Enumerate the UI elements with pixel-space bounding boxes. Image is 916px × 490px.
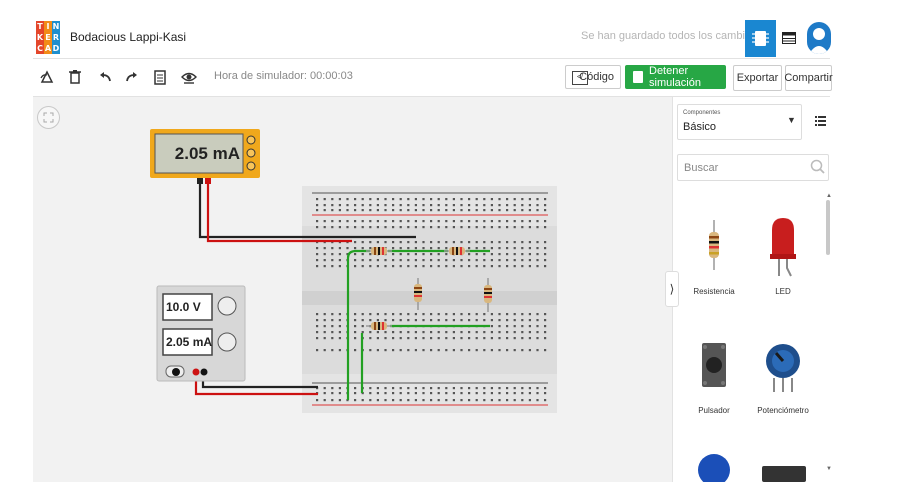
component-label: Pulsador [698, 406, 730, 415]
search-icon[interactable] [810, 159, 826, 175]
potentiometer-icon [766, 344, 800, 392]
component-label: Resistencia [693, 287, 735, 296]
component-pushbutton[interactable]: Pulsador [679, 332, 749, 427]
panel-scrollbar[interactable] [826, 200, 830, 255]
component-led[interactable]: LED [748, 212, 818, 307]
circuit-drawing [150, 129, 557, 413]
led-icon [770, 218, 796, 277]
component-partial-switch[interactable] [762, 466, 806, 482]
caret-down-icon: ▼ [787, 115, 796, 125]
user-avatar[interactable] [807, 22, 831, 54]
share-button[interactable]: Compartir [784, 65, 833, 91]
component-potentiometer[interactable]: Potenciómetro [748, 332, 818, 427]
circuit-chip-icon [752, 31, 769, 46]
supply-current: 2.05 mA [166, 335, 213, 349]
search-placeholder: Buscar [684, 162, 719, 174]
table-icon [782, 32, 796, 44]
dropdown-caption: Componentes [683, 110, 721, 116]
list-icon [815, 116, 826, 126]
circuit-view-button[interactable] [745, 20, 776, 57]
resistor-icon [709, 220, 719, 270]
pushbutton-icon [702, 343, 726, 387]
component-resistor[interactable]: Resistencia [679, 212, 749, 307]
panel-collapse-toggle[interactable]: ⟩ [665, 271, 679, 307]
component-partial-blue[interactable] [698, 454, 730, 482]
dropdown-value: Básico [683, 121, 717, 133]
scroll-up-icon[interactable]: ▲ [826, 193, 832, 199]
list-view-button[interactable] [815, 113, 826, 126]
scroll-down-icon[interactable]: ▼ [826, 466, 832, 472]
breadboard[interactable] [302, 186, 557, 413]
button-cap-icon [698, 454, 730, 482]
switch-icon [762, 466, 806, 482]
component-label: LED [775, 287, 791, 296]
multimeter-reading: 2.05 mA [174, 144, 240, 163]
user-icon [809, 28, 829, 54]
component-label: Potenciómetro [757, 406, 809, 415]
component-list-button[interactable] [782, 31, 796, 44]
supply-voltage: 10.0 V [166, 300, 201, 314]
chevron-right-icon: ⟩ [669, 282, 675, 296]
export-button[interactable]: Exportar [733, 65, 782, 91]
